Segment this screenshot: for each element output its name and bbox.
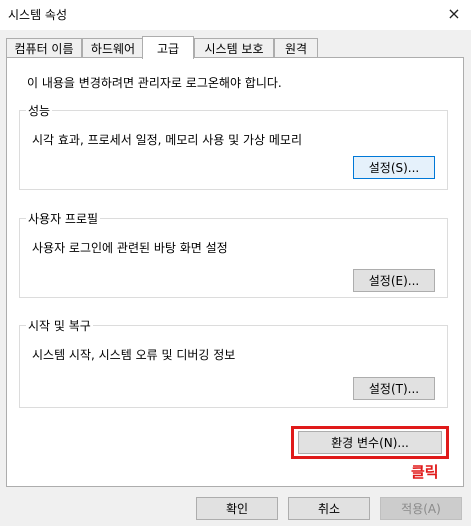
title-bar: 시스템 속성 × bbox=[0, 0, 471, 30]
tab-hardware[interactable]: 하드웨어 bbox=[82, 38, 144, 57]
startup-recovery-group-title: 시작 및 복구 bbox=[26, 317, 93, 334]
user-profiles-group-title: 사용자 프로필 bbox=[26, 210, 101, 227]
performance-description: 시각 효과, 프로세서 일정, 메모리 사용 및 가상 메모리 bbox=[32, 133, 302, 147]
user-profiles-group: 사용자 프로필 사용자 로그인에 관련된 바탕 화면 설정 설정(E)... bbox=[19, 210, 448, 298]
advanced-tab-panel: 이 내용을 변경하려면 관리자로 로그온해야 합니다. 성능 시각 효과, 프로… bbox=[6, 57, 464, 487]
click-annotation: 클릭 bbox=[411, 463, 439, 481]
close-icon[interactable]: × bbox=[445, 4, 463, 23]
admin-note: 이 내용을 변경하려면 관리자로 로그온해야 합니다. bbox=[27, 76, 282, 90]
tab-advanced[interactable]: 고급 bbox=[142, 36, 194, 59]
highlight-box bbox=[291, 426, 449, 459]
ok-button[interactable]: 확인 bbox=[196, 497, 278, 520]
apply-button[interactable]: 적용(A) bbox=[380, 497, 462, 520]
user-profiles-settings-button[interactable]: 설정(E)... bbox=[353, 269, 435, 292]
performance-group: 성능 시각 효과, 프로세서 일정, 메모리 사용 및 가상 메모리 설정(S)… bbox=[19, 102, 448, 190]
startup-recovery-group: 시작 및 복구 시스템 시작, 시스템 오류 및 디버깅 정보 설정(T)... bbox=[19, 317, 448, 408]
startup-recovery-description: 시스템 시작, 시스템 오류 및 디버깅 정보 bbox=[32, 348, 236, 362]
tab-remote[interactable]: 원격 bbox=[274, 38, 318, 57]
window-title: 시스템 속성 bbox=[8, 8, 68, 22]
cancel-button[interactable]: 취소 bbox=[288, 497, 370, 520]
performance-settings-button[interactable]: 설정(S)... bbox=[353, 156, 435, 179]
user-profiles-description: 사용자 로그인에 관련된 바탕 화면 설정 bbox=[32, 241, 228, 255]
tab-system-protection[interactable]: 시스템 보호 bbox=[194, 38, 274, 57]
startup-recovery-settings-button[interactable]: 설정(T)... bbox=[353, 377, 435, 400]
tab-computer-name[interactable]: 컴퓨터 이름 bbox=[6, 38, 82, 57]
performance-group-title: 성능 bbox=[26, 102, 53, 119]
